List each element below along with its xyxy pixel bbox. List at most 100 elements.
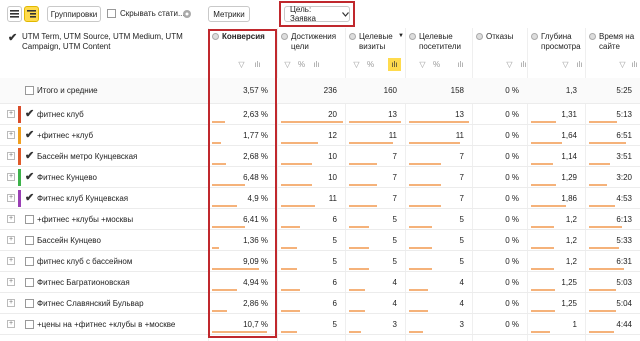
cell-time: 6:13	[616, 215, 632, 224]
cell-bounces: 0 %	[505, 215, 519, 224]
hide-stats-toggle[interactable]: Скрывать стати...	[107, 9, 185, 18]
cell-target-visitors: 5	[459, 257, 464, 266]
expand-icon[interactable]: +	[7, 194, 15, 202]
cell-depth: 1,2	[565, 215, 577, 224]
metrics-button[interactable]: Метрики	[208, 6, 250, 22]
cell-conversion: 10,7 %	[243, 320, 268, 329]
value-bar-conversion	[212, 121, 225, 123]
value-bar-target-visits	[349, 142, 393, 144]
row-checkbox[interactable]	[25, 257, 34, 266]
value-bar-goal-reaches	[281, 142, 318, 144]
table-row[interactable]: + Фитнес Славянский Бульвар 2,86 % 6 4 4 0 % 1,…	[0, 293, 640, 314]
column-title-depth: Глубина просмотра	[541, 32, 581, 51]
bar-chart-icon[interactable]: ılı	[573, 58, 586, 71]
goal-label: Цель: Заявка	[290, 5, 316, 23]
table-row[interactable]: + фитнес клуб с бассейном 9,09 % 5 5 5 0 % 1,2 6…	[0, 251, 640, 272]
expand-icon[interactable]: +	[7, 152, 15, 160]
table-row[interactable]: + ✔ Бассейн метро Кунцевская 2,68 % 10 7 7 0 % 1…	[0, 146, 640, 167]
list-view-button[interactable]	[7, 6, 22, 22]
value-bar-target-visits	[349, 310, 365, 312]
cell-time: 5:04	[616, 299, 632, 308]
hide-stats-checkbox[interactable]	[107, 9, 116, 18]
row-checkbox[interactable]	[25, 320, 34, 329]
expand-icon[interactable]: +	[7, 278, 15, 286]
bar-chart-icon[interactable]: ılı	[454, 58, 467, 71]
table-row[interactable]: + ✔ Фитнес клуб Кунцевская 4,9 % 11 7 7 0 % 1,86…	[0, 188, 640, 209]
expand-icon[interactable]: +	[7, 110, 15, 118]
table-row[interactable]: + ✔ +фитнес +клуб 1,77 % 12 11 11 0 % 1,64 6:51	[0, 125, 640, 146]
filter-icon[interactable]: ▽	[503, 58, 516, 71]
info-icon	[281, 33, 288, 40]
bar-chart-icon[interactable]: ılı	[251, 58, 264, 71]
row-checkbox[interactable]	[25, 215, 34, 224]
filter-icon[interactable]: ▽	[416, 58, 429, 71]
value-bar-target-visits	[349, 184, 377, 186]
row-checkbox[interactable]	[25, 236, 34, 245]
row-checkbox[interactable]	[25, 278, 34, 287]
series-color-stripe	[18, 106, 21, 123]
cell-goal-reaches: 20	[328, 110, 337, 119]
checkbox-all[interactable]: ✔	[8, 31, 17, 44]
cell-conversion: 4,9 %	[247, 194, 268, 203]
value-bar-depth	[531, 289, 555, 291]
cell-target-visits: 5	[392, 257, 397, 266]
cell-bounces: 0 %	[505, 299, 519, 308]
cell-bounces: 0 %	[505, 131, 519, 140]
goal-select[interactable]: Цель: Заявка	[284, 5, 350, 23]
expand-icon[interactable]: +	[7, 320, 15, 328]
bar-chart-icon[interactable]: ılı	[310, 58, 323, 71]
value-bar-conversion	[212, 142, 221, 144]
expand-icon[interactable]: +	[7, 173, 15, 181]
value-bar-target-visitors	[409, 163, 441, 165]
filter-icon[interactable]: ▽	[281, 58, 294, 71]
value-bar-time	[589, 121, 617, 123]
cell-bounces: 0 %	[505, 236, 519, 245]
value-bar-time	[589, 247, 619, 249]
bar-chart-icon[interactable]: ılı	[517, 58, 530, 71]
cell-bounces: 0 %	[505, 257, 519, 266]
filter-icon[interactable]: ▽	[559, 58, 572, 71]
row-label: +фитнес +клубы +москвы	[37, 215, 134, 224]
gear-icon[interactable]	[182, 9, 192, 21]
series-color-stripe	[18, 190, 21, 207]
bar-chart-icon[interactable]: ılı	[388, 58, 401, 71]
groupings-label: Группировки	[50, 9, 98, 19]
table-row[interactable]: + +фитнес +клубы +москвы 6,41 % 6 5 5 0 % 1,2 6:…	[0, 209, 640, 230]
value-bar-goal-reaches	[281, 163, 312, 165]
cell-target-visits: 5	[392, 236, 397, 245]
tree-icon	[27, 10, 36, 18]
bar-chart-icon[interactable]: ılı	[628, 58, 640, 71]
row-checkbox[interactable]	[25, 299, 34, 308]
cell-conversion: 6,41 %	[243, 215, 268, 224]
expand-icon[interactable]: +	[7, 131, 15, 139]
cell-target-visitors: 5	[459, 236, 464, 245]
table-row[interactable]: + Бассейн Кунцево 1,36 % 5 5 5 0 % 1,2 5:33	[0, 230, 640, 251]
info-icon	[212, 33, 219, 40]
cell-conversion: 1,77 %	[243, 131, 268, 140]
sort-desc-icon[interactable]: ▼	[398, 33, 404, 39]
filter-icon[interactable]: ▽	[235, 58, 248, 71]
expand-icon[interactable]: +	[7, 236, 15, 244]
expand-icon[interactable]: +	[7, 215, 15, 223]
table-row[interactable]: + Фитнес Багратионовская 4,94 % 6 4 4 0 % 1,25 5…	[0, 272, 640, 293]
tree-view-button[interactable]	[24, 6, 39, 22]
column-tools-row: ▽ ılı ▽ % ılı ▽ % ılı ▽ % ılı ▽ ılı ▽ ıl…	[208, 58, 640, 72]
value-bar-target-visits	[349, 163, 377, 165]
column-title-time: Время на сайте	[599, 32, 635, 51]
groupings-button[interactable]: Группировки	[47, 6, 101, 22]
table-row[interactable]: + ✔ фитнес клуб 2,63 % 20 13 13 0 % 1,31 5:13	[0, 104, 640, 125]
expand-icon[interactable]: +	[7, 299, 15, 307]
value-bar-conversion	[212, 247, 219, 249]
percent-icon[interactable]: %	[430, 58, 443, 71]
table-row[interactable]: + ✔ Фитнес Кунцево 6,48 % 10 7 7 0 % 1,29 3:20	[0, 167, 640, 188]
filter-icon[interactable]: ▽	[350, 58, 363, 71]
percent-icon[interactable]: %	[295, 58, 308, 71]
percent-icon[interactable]: %	[364, 58, 377, 71]
table-row[interactable]: + +цены на +фитнес +клубы в +москве 10,7 %…	[0, 314, 640, 335]
expand-icon[interactable]: +	[7, 257, 15, 265]
cell-conversion: 1,36 %	[243, 236, 268, 245]
totals-checkbox[interactable]	[25, 86, 34, 95]
cell-conversion: 2,68 %	[243, 152, 268, 161]
value-bar-target-visitors	[409, 331, 423, 333]
cell-depth: 1,2	[565, 257, 577, 266]
